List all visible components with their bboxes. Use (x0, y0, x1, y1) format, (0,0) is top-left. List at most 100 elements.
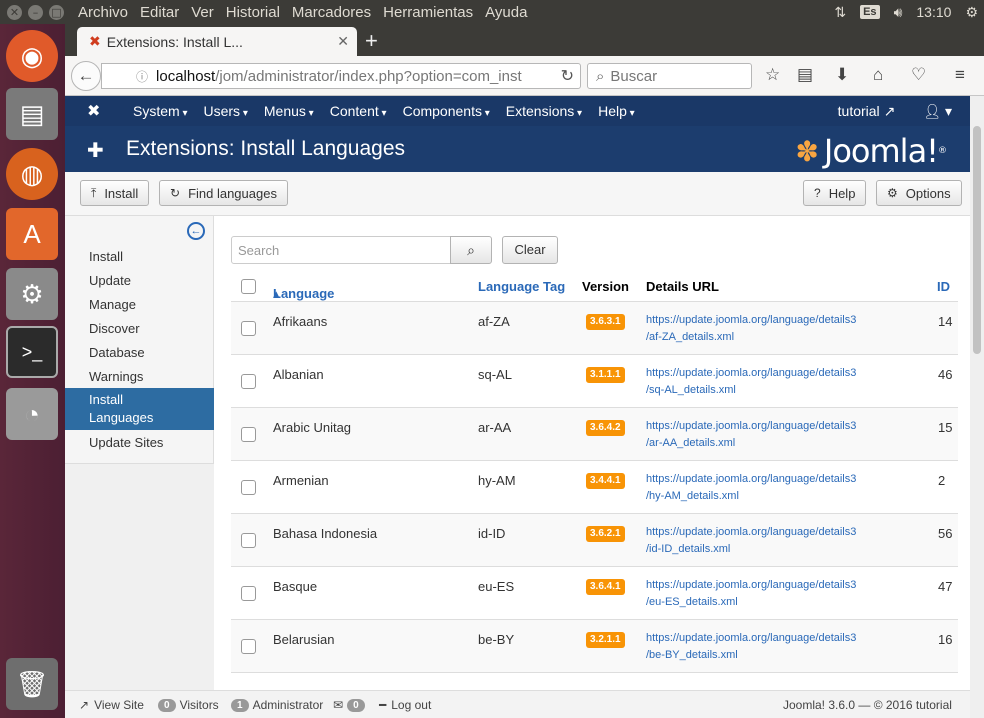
nav-extensions[interactable]: Extensions (498, 103, 590, 119)
table-row: Albanian sq-AL 3.1.1.1 https://update.jooml… (231, 355, 958, 408)
files-icon[interactable]: ▤ (6, 88, 58, 140)
sidebar-item-install-languages[interactable]: Install Languages (65, 388, 214, 430)
menu-marcadores[interactable]: Marcadores (286, 4, 377, 21)
sidebar-item-manage[interactable]: Manage (65, 296, 214, 314)
network-icon[interactable]: ⇅ (834, 4, 846, 21)
web-search-input[interactable]: ⌕ Buscar (587, 63, 752, 89)
reading-list-icon[interactable]: ▤ (797, 65, 813, 85)
row-checkbox[interactable] (241, 374, 256, 389)
details-url-link[interactable]: https://update.joomla.org/language/detai… (646, 577, 856, 611)
page-scrollbar-thumb[interactable] (973, 126, 981, 354)
menu-archivo[interactable]: Archivo (72, 4, 134, 21)
user-menu-icon[interactable]: 👤︎ ▾ (923, 103, 952, 120)
details-url-link[interactable]: https://update.joomla.org/language/detai… (646, 365, 856, 399)
visitors-status[interactable]: 0 Visitors (158, 698, 219, 712)
filter-search-input[interactable]: Search (231, 236, 451, 264)
menu-editar[interactable]: Editar (134, 4, 185, 21)
menu-ayuda[interactable]: Ayuda (479, 4, 533, 21)
reload-icon[interactable]: ↻ (561, 66, 574, 86)
messages-status[interactable]: ✉ 0 (333, 698, 369, 712)
search-submit-button[interactable]: ⌕ (450, 236, 492, 264)
maximize-window-icon[interactable]: □ (49, 4, 64, 20)
nav-users[interactable]: Users (196, 103, 256, 119)
minimize-window-icon[interactable]: – (28, 4, 43, 20)
bookmark-star-icon[interactable]: ☆ (765, 65, 780, 85)
sidebar-item-update[interactable]: Update (65, 272, 214, 290)
close-window-icon[interactable]: ✕ (7, 4, 22, 20)
language-id: 46 (938, 367, 953, 382)
help-button[interactable]: ? Help (803, 180, 867, 206)
row-checkbox[interactable] (241, 321, 256, 336)
table-row: Belarusian be-BY 3.2.1.1 https://update.joo… (231, 620, 958, 673)
sidebar-item-discover[interactable]: Discover (65, 320, 214, 338)
filter-search-placeholder: Search (238, 242, 280, 258)
sidebar-item-database[interactable]: Database (65, 344, 214, 362)
sidebar-item-update-sites[interactable]: Update Sites (65, 434, 214, 452)
view-site-link[interactable]: ↗ View Site (79, 698, 144, 712)
browser-tab[interactable]: ✖ Extensions: Install L... ✕ (77, 27, 357, 56)
back-button[interactable]: ← (71, 61, 101, 91)
sidebar-item-install[interactable]: Install (65, 248, 214, 266)
nav-components[interactable]: Components (395, 103, 498, 119)
new-tab-icon[interactable]: + (365, 28, 378, 54)
nav-content[interactable]: Content (322, 103, 395, 119)
row-checkbox[interactable] (241, 533, 256, 548)
row-checkbox[interactable] (241, 586, 256, 601)
details-url-line1: https://update.joomla.org/language/detai… (646, 367, 857, 379)
url-bar[interactable]: ⓘ localhost/jom/administrator/index.php?… (101, 63, 581, 89)
ubuntu-dash-icon[interactable]: ◉ (6, 30, 58, 82)
menu-historial[interactable]: Historial (220, 4, 286, 21)
volume-icon[interactable]: 🔊︎ (894, 4, 903, 21)
pocket-icon[interactable]: ♡ (911, 65, 926, 85)
collapse-sidebar-icon[interactable]: ← (187, 222, 205, 240)
details-url-link[interactable]: https://update.joomla.org/language/detai… (646, 524, 856, 558)
firefox-icon[interactable]: ◍ (6, 148, 58, 200)
row-checkbox[interactable] (241, 639, 256, 654)
row-checkbox[interactable] (241, 480, 256, 495)
table-row: Bahasa Indonesia id-ID 3.6.2.1 https://upda… (231, 514, 958, 567)
terminal-icon[interactable]: >_ (6, 326, 58, 378)
install-button[interactable]: ⤒ Install (80, 180, 150, 206)
nav-help[interactable]: Help (590, 103, 643, 119)
options-button[interactable]: ⚙ Options (876, 180, 962, 206)
downloads-icon[interactable]: ⬇ (835, 65, 849, 85)
settings-gear-icon[interactable]: ⚙ (965, 4, 978, 21)
system-settings-icon[interactable]: ⚙ (6, 268, 58, 320)
close-tab-icon[interactable]: ✕ (337, 33, 349, 50)
nav-menus[interactable]: Menus (256, 103, 322, 119)
table-row: Basque eu-ES 3.6.4.1 https://update.joomla.… (231, 567, 958, 620)
app-menu: Archivo Editar Ver Historial Marcadores … (72, 4, 533, 21)
version-badge: 3.6.4.1 (586, 579, 625, 595)
header-language-tag[interactable]: Language Tag (478, 279, 565, 294)
nav-system[interactable]: System (125, 103, 196, 119)
details-url-link[interactable]: https://update.joomla.org/language/detai… (646, 312, 856, 346)
find-languages-button[interactable]: ↻ Find languages (159, 180, 288, 206)
joomla-admin-navbar: ✖ System Users Menus Content Components … (65, 96, 970, 126)
menu-herramientas[interactable]: Herramientas (377, 4, 479, 21)
clear-button[interactable]: Clear (502, 236, 558, 264)
sidebar-item-warnings[interactable]: Warnings (65, 368, 214, 386)
joomla-favicon-icon: ✖ (89, 33, 101, 49)
joomla-logo-icon[interactable]: ✖ (87, 101, 105, 121)
details-url-link[interactable]: https://update.joomla.org/language/detai… (646, 471, 856, 505)
clock[interactable]: 13:10 (916, 4, 951, 20)
trash-icon[interactable]: 🗑︎ (6, 658, 58, 710)
software-center-icon[interactable]: A (6, 208, 58, 260)
row-checkbox[interactable] (241, 427, 256, 442)
header-id[interactable]: ID (937, 279, 950, 294)
options-label: Options (905, 185, 951, 201)
disk-usage-icon[interactable]: ◔ (6, 388, 58, 440)
site-link[interactable]: tutorial ↗ (838, 103, 896, 120)
menu-ver[interactable]: Ver (185, 4, 220, 21)
select-all-checkbox[interactable] (241, 279, 256, 294)
details-url-line2: /be-BY_details.xml (646, 649, 738, 661)
refresh-icon: ↻ (170, 186, 181, 200)
hamburger-menu-icon[interactable]: ≡ (955, 65, 965, 85)
details-url-link[interactable]: https://update.joomla.org/language/detai… (646, 418, 856, 452)
details-url-link[interactable]: https://update.joomla.org/language/detai… (646, 630, 856, 664)
logout-link[interactable]: ━ Log out (379, 698, 431, 712)
site-info-icon[interactable]: ⓘ (136, 68, 148, 85)
administrator-status[interactable]: 1 Administrator (231, 698, 323, 712)
keyboard-layout[interactable]: Es (860, 5, 880, 19)
home-icon[interactable]: ⌂ (873, 65, 883, 85)
